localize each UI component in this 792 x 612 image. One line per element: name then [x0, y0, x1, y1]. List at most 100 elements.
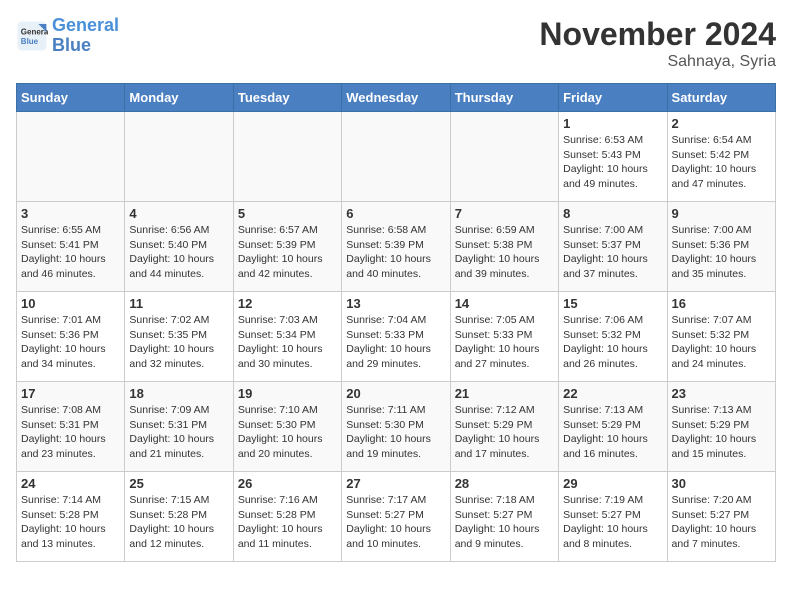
calendar-cell: 16 Sunrise: 7:07 AM Sunset: 5:32 PM Dayli…	[667, 292, 775, 382]
calendar-cell: 14 Sunrise: 7:05 AM Sunset: 5:33 PM Dayli…	[450, 292, 558, 382]
calendar-cell: 9 Sunrise: 7:00 AM Sunset: 5:36 PM Daylig…	[667, 202, 775, 292]
day-number: 29	[563, 476, 662, 491]
day-info: Sunrise: 7:13 AM Sunset: 5:29 PM Dayligh…	[672, 403, 771, 462]
calendar-cell: 5 Sunrise: 6:57 AM Sunset: 5:39 PM Daylig…	[233, 202, 341, 292]
calendar-cell: 21Sunrise: 7:12 AM Sunset: 5:29 PM Dayli…	[450, 382, 558, 472]
calendar-cell: 29Sunrise: 7:19 AM Sunset: 5:27 PM Dayli…	[559, 472, 667, 562]
weekday-header-wednesday: Wednesday	[342, 84, 450, 112]
week-row-5: 24 Sunrise: 7:14 AM Sunset: 5:28 PM Dayli…	[17, 472, 776, 562]
logo: General Blue GeneralBlue	[16, 16, 119, 56]
day-info: Sunrise: 6:57 AM Sunset: 5:39 PM Dayligh…	[238, 223, 337, 282]
day-info: Sunrise: 7:20 AM Sunset: 5:27 PM Dayligh…	[672, 493, 771, 552]
day-info: Sunrise: 7:00 AM Sunset: 5:36 PM Dayligh…	[672, 223, 771, 282]
weekday-header-sunday: Sunday	[17, 84, 125, 112]
day-number: 2	[672, 116, 771, 131]
day-info: Sunrise: 7:06 AM Sunset: 5:32 PM Dayligh…	[563, 313, 662, 372]
weekday-header-tuesday: Tuesday	[233, 84, 341, 112]
day-number: 6	[346, 206, 445, 221]
week-row-3: 10 Sunrise: 7:01 AM Sunset: 5:36 PM Dayli…	[17, 292, 776, 382]
weekday-header-saturday: Saturday	[667, 84, 775, 112]
day-info: Sunrise: 6:56 AM Sunset: 5:40 PM Dayligh…	[129, 223, 228, 282]
day-number: 20	[346, 386, 445, 401]
calendar-cell: 22 Sunrise: 7:13 AM Sunset: 5:29 PM Dayli…	[559, 382, 667, 472]
calendar-cell	[17, 112, 125, 202]
day-number: 5	[238, 206, 337, 221]
day-number: 1	[563, 116, 662, 131]
calendar-cell: 27 Sunrise: 7:17 AM Sunset: 5:27 PM Dayli…	[342, 472, 450, 562]
day-number: 26	[238, 476, 337, 491]
day-info: Sunrise: 7:15 AM Sunset: 5:28 PM Dayligh…	[129, 493, 228, 552]
week-row-1: 1Sunrise: 6:53 AM Sunset: 5:43 PM Daylig…	[17, 112, 776, 202]
calendar-table: SundayMondayTuesdayWednesdayThursdayFrid…	[16, 83, 776, 562]
calendar-cell: 19Sunrise: 7:10 AM Sunset: 5:30 PM Dayli…	[233, 382, 341, 472]
day-number: 24	[21, 476, 120, 491]
day-number: 21	[455, 386, 554, 401]
weekday-header-thursday: Thursday	[450, 84, 558, 112]
calendar-cell	[125, 112, 233, 202]
day-number: 12	[238, 296, 337, 311]
weekday-header-friday: Friday	[559, 84, 667, 112]
calendar-cell: 6Sunrise: 6:58 AM Sunset: 5:39 PM Daylig…	[342, 202, 450, 292]
day-number: 27	[346, 476, 445, 491]
calendar-cell: 26 Sunrise: 7:16 AM Sunset: 5:28 PM Dayli…	[233, 472, 341, 562]
day-info: Sunrise: 7:01 AM Sunset: 5:36 PM Dayligh…	[21, 313, 120, 372]
day-info: Sunrise: 7:02 AM Sunset: 5:35 PM Dayligh…	[129, 313, 228, 372]
day-info: Sunrise: 7:13 AM Sunset: 5:29 PM Dayligh…	[563, 403, 662, 462]
day-number: 4	[129, 206, 228, 221]
calendar-cell	[233, 112, 341, 202]
day-number: 14	[455, 296, 554, 311]
day-number: 9	[672, 206, 771, 221]
day-number: 16	[672, 296, 771, 311]
day-number: 22	[563, 386, 662, 401]
day-info: Sunrise: 6:55 AM Sunset: 5:41 PM Dayligh…	[21, 223, 120, 282]
calendar-cell: 28Sunrise: 7:18 AM Sunset: 5:27 PM Dayli…	[450, 472, 558, 562]
day-number: 19	[238, 386, 337, 401]
calendar-cell	[342, 112, 450, 202]
weekday-header-row: SundayMondayTuesdayWednesdayThursdayFrid…	[17, 84, 776, 112]
day-number: 10	[21, 296, 120, 311]
day-info: Sunrise: 7:14 AM Sunset: 5:28 PM Dayligh…	[21, 493, 120, 552]
day-info: Sunrise: 7:08 AM Sunset: 5:31 PM Dayligh…	[21, 403, 120, 462]
day-info: Sunrise: 7:00 AM Sunset: 5:37 PM Dayligh…	[563, 223, 662, 282]
day-info: Sunrise: 7:05 AM Sunset: 5:33 PM Dayligh…	[455, 313, 554, 372]
day-number: 8	[563, 206, 662, 221]
day-number: 23	[672, 386, 771, 401]
day-number: 11	[129, 296, 228, 311]
day-info: Sunrise: 7:18 AM Sunset: 5:27 PM Dayligh…	[455, 493, 554, 552]
day-info: Sunrise: 6:59 AM Sunset: 5:38 PM Dayligh…	[455, 223, 554, 282]
day-number: 30	[672, 476, 771, 491]
day-info: Sunrise: 7:03 AM Sunset: 5:34 PM Dayligh…	[238, 313, 337, 372]
calendar-cell: 1Sunrise: 6:53 AM Sunset: 5:43 PM Daylig…	[559, 112, 667, 202]
calendar-cell: 18Sunrise: 7:09 AM Sunset: 5:31 PM Dayli…	[125, 382, 233, 472]
day-number: 15	[563, 296, 662, 311]
day-info: Sunrise: 7:04 AM Sunset: 5:33 PM Dayligh…	[346, 313, 445, 372]
day-number: 3	[21, 206, 120, 221]
calendar-cell	[450, 112, 558, 202]
day-info: Sunrise: 7:09 AM Sunset: 5:31 PM Dayligh…	[129, 403, 228, 462]
week-row-4: 17 Sunrise: 7:08 AM Sunset: 5:31 PM Dayli…	[17, 382, 776, 472]
calendar-cell: 25Sunrise: 7:15 AM Sunset: 5:28 PM Dayli…	[125, 472, 233, 562]
calendar-cell: 30 Sunrise: 7:20 AM Sunset: 5:27 PM Dayli…	[667, 472, 775, 562]
day-number: 13	[346, 296, 445, 311]
day-number: 7	[455, 206, 554, 221]
week-row-2: 3 Sunrise: 6:55 AM Sunset: 5:41 PM Daylig…	[17, 202, 776, 292]
calendar-cell: 23 Sunrise: 7:13 AM Sunset: 5:29 PM Dayli…	[667, 382, 775, 472]
day-info: Sunrise: 7:11 AM Sunset: 5:30 PM Dayligh…	[346, 403, 445, 462]
header: General Blue GeneralBlue November 2024 S…	[16, 16, 776, 71]
calendar-cell: 15 Sunrise: 7:06 AM Sunset: 5:32 PM Dayli…	[559, 292, 667, 382]
location: Sahnaya, Syria	[539, 53, 776, 71]
calendar-cell: 13 Sunrise: 7:04 AM Sunset: 5:33 PM Dayli…	[342, 292, 450, 382]
calendar-cell: 8 Sunrise: 7:00 AM Sunset: 5:37 PM Daylig…	[559, 202, 667, 292]
calendar-cell: 7 Sunrise: 6:59 AM Sunset: 5:38 PM Daylig…	[450, 202, 558, 292]
day-info: Sunrise: 7:07 AM Sunset: 5:32 PM Dayligh…	[672, 313, 771, 372]
calendar-cell: 2 Sunrise: 6:54 AM Sunset: 5:42 PM Daylig…	[667, 112, 775, 202]
calendar-cell: 12 Sunrise: 7:03 AM Sunset: 5:34 PM Dayli…	[233, 292, 341, 382]
title-area: November 2024 Sahnaya, Syria	[539, 16, 776, 71]
calendar-cell: 11 Sunrise: 7:02 AM Sunset: 5:35 PM Dayli…	[125, 292, 233, 382]
day-number: 17	[21, 386, 120, 401]
calendar-cell: 4 Sunrise: 6:56 AM Sunset: 5:40 PM Daylig…	[125, 202, 233, 292]
calendar-cell: 10 Sunrise: 7:01 AM Sunset: 5:36 PM Dayli…	[17, 292, 125, 382]
day-info: Sunrise: 7:17 AM Sunset: 5:27 PM Dayligh…	[346, 493, 445, 552]
day-info: Sunrise: 6:54 AM Sunset: 5:42 PM Dayligh…	[672, 133, 771, 192]
day-info: Sunrise: 7:16 AM Sunset: 5:28 PM Dayligh…	[238, 493, 337, 552]
